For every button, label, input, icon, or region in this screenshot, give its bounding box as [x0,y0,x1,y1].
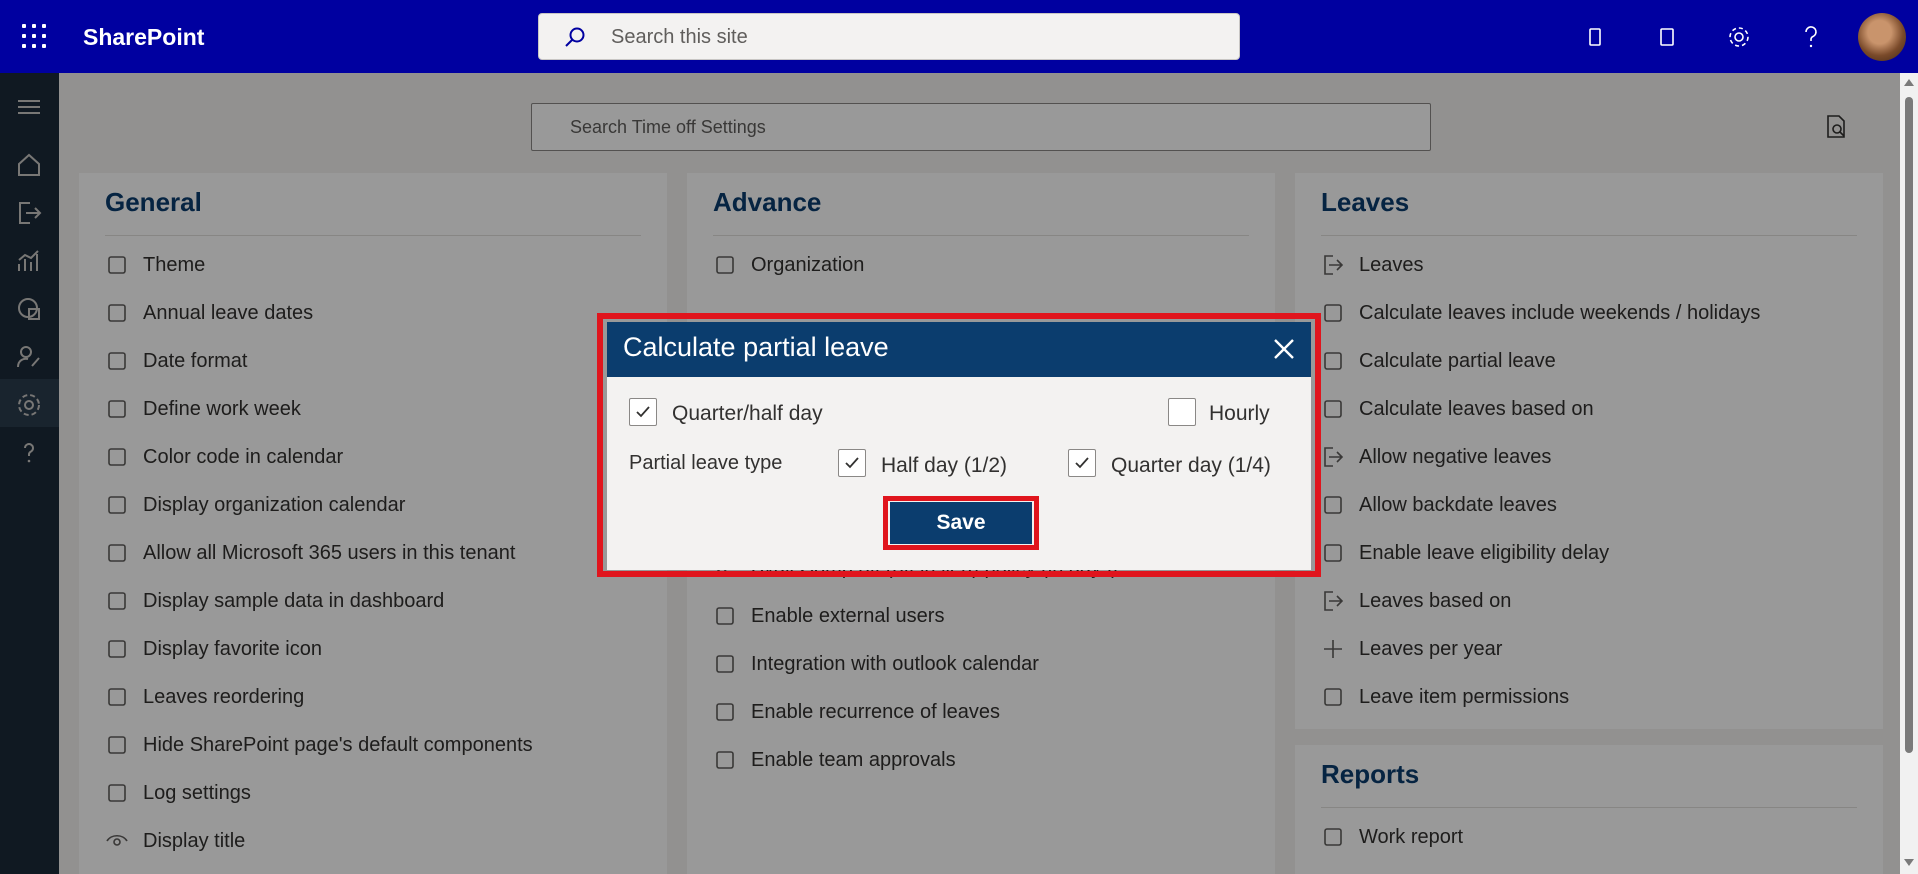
quarter-day-label: Quarter day (1/4) [1111,454,1271,477]
calculate-partial-leave-dialog: Calculate partial leave Quarter/half day… [607,322,1311,570]
page-scrollbar[interactable] [1900,73,1918,874]
checkmark-icon [1075,457,1089,469]
half-day-label: Half day (1/2) [881,454,1008,477]
scroll-up-arrow-icon[interactable] [1904,79,1914,86]
tablet-icon[interactable] [1652,22,1682,52]
mobile-icon[interactable] [1580,22,1610,52]
help-icon[interactable] [1796,22,1826,52]
hourly-label: Hourly [1209,402,1270,425]
user-avatar[interactable] [1858,13,1906,61]
settings-gear-icon[interactable] [1724,22,1754,52]
site-search-box[interactable]: Search this site [538,13,1240,60]
quarter-day-checkbox[interactable] [1068,449,1096,477]
app-launcher-icon[interactable] [22,24,46,48]
quarter-half-day-checkbox[interactable] [629,398,657,426]
brand-name[interactable]: SharePoint [83,24,204,51]
scrollbar-thumb[interactable] [1905,97,1913,753]
checkmark-icon [845,457,859,469]
scroll-down-arrow-icon[interactable] [1904,859,1914,866]
quarter-half-day-label: Quarter/half day [672,402,823,425]
site-search-placeholder: Search this site [611,26,748,48]
dialog-title: Calculate partial leave [623,332,889,362]
save-button[interactable]: Save [890,502,1032,544]
checkmark-icon [636,406,650,418]
close-icon[interactable] [1267,332,1301,366]
hourly-checkbox[interactable] [1168,398,1196,426]
suite-bar: SharePoint Search this site [0,0,1918,73]
half-day-checkbox[interactable] [838,449,866,477]
partial-leave-type-label: Partial leave type [629,452,783,474]
dialog-header: Calculate partial leave [607,322,1311,377]
search-icon [565,27,585,47]
